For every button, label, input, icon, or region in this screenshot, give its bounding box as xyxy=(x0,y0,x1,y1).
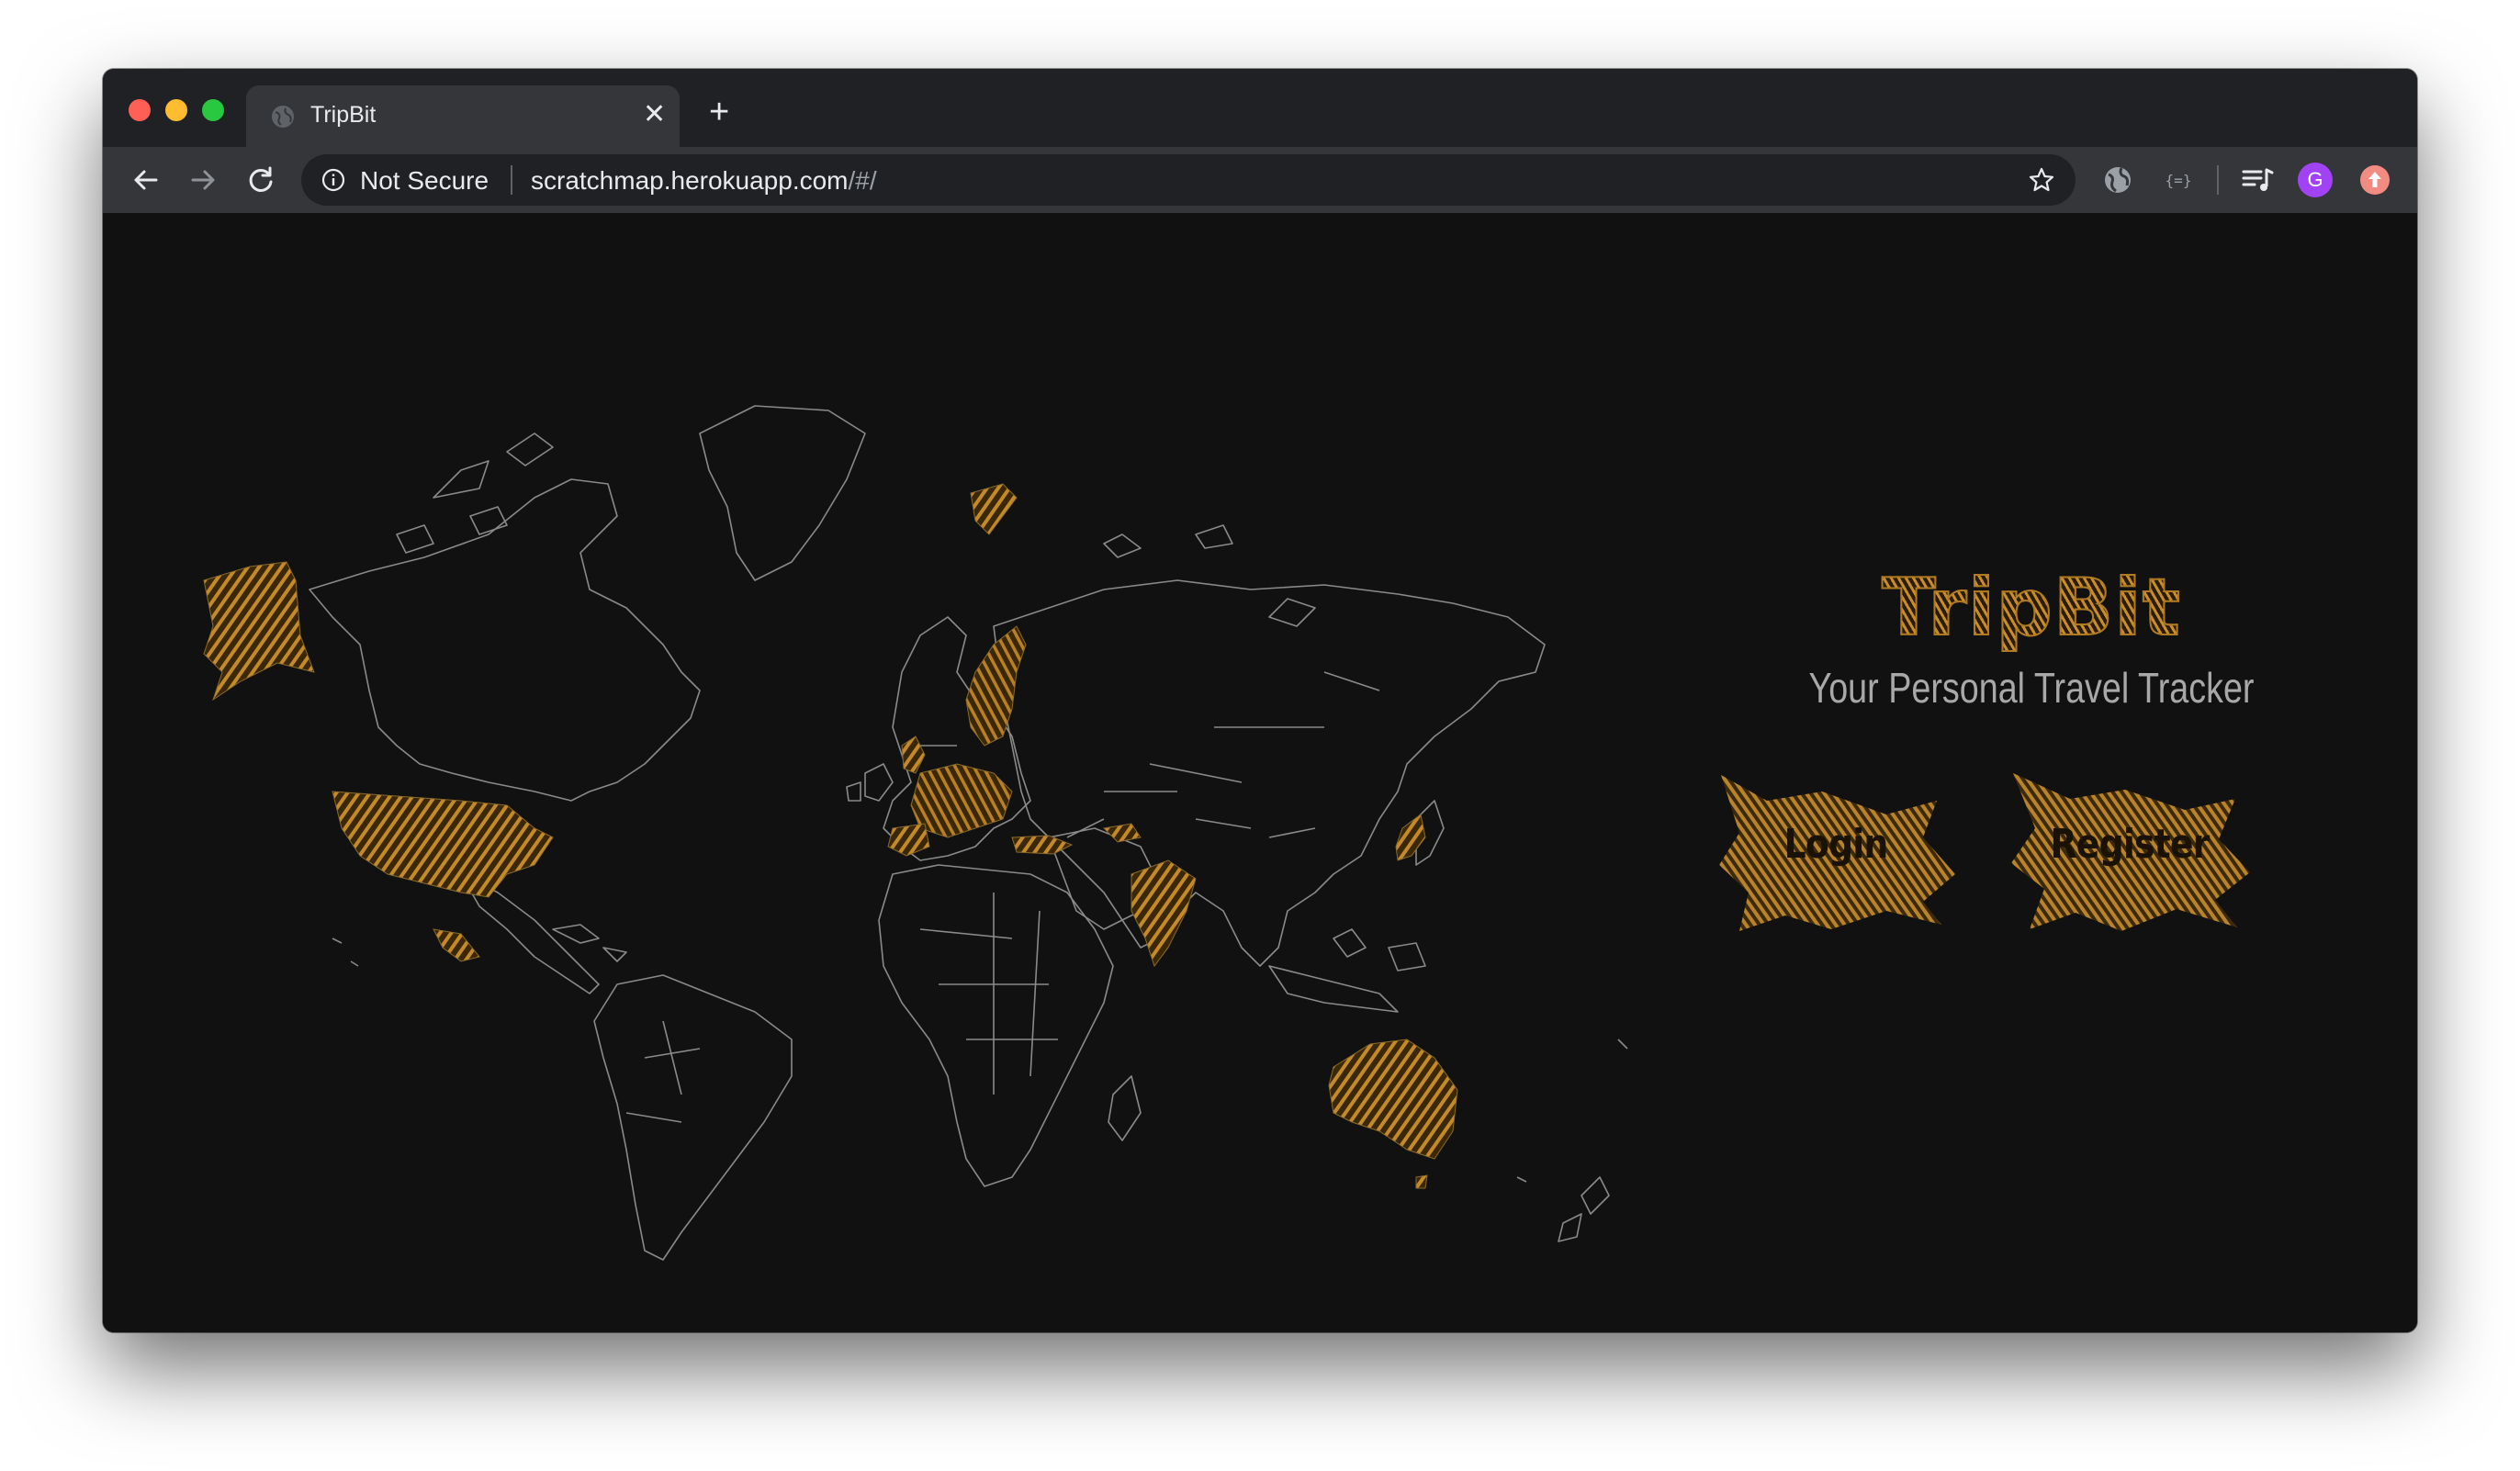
url-separator xyxy=(511,165,512,195)
browser-toolbar: Not Secure scratchmap.herokuapp.com/#/ {… xyxy=(103,147,2417,213)
visited-usa[interactable] xyxy=(332,791,554,898)
login-button[interactable]: Login xyxy=(1712,764,1960,938)
tab-title: TripBit xyxy=(310,102,377,128)
register-label: Register xyxy=(2050,821,2211,868)
visited-spain[interactable] xyxy=(887,823,930,857)
extension-globe-icon[interactable] xyxy=(2101,163,2134,197)
title-bar: TripBit ✕ + xyxy=(103,69,2417,147)
globe-icon xyxy=(272,106,294,128)
url-host: scratchmap.herokuapp.com xyxy=(531,166,849,195)
world-map[interactable] xyxy=(186,397,1646,1269)
app-tagline: Your Personal Travel Tracker xyxy=(1808,664,2255,712)
minimize-window-button[interactable] xyxy=(165,99,187,121)
visited-japan[interactable] xyxy=(1395,814,1426,861)
visited-svalbard[interactable] xyxy=(970,483,1018,535)
bookmark-star-icon[interactable] xyxy=(2028,166,2055,194)
profile-avatar[interactable]: G xyxy=(2298,163,2333,197)
visited-india[interactable] xyxy=(1131,859,1197,968)
visited-uk[interactable] xyxy=(901,736,926,774)
browser-tab[interactable]: TripBit ✕ xyxy=(246,85,680,147)
url-text[interactable]: scratchmap.herokuapp.com/#/ xyxy=(531,166,877,196)
back-arrow-icon[interactable] xyxy=(129,163,162,197)
svg-text:{=}: {=} xyxy=(2166,172,2192,189)
reload-icon[interactable] xyxy=(244,163,277,197)
visited-tasmania[interactable] xyxy=(1415,1174,1428,1189)
info-icon[interactable] xyxy=(321,168,345,192)
page-content: TripBit Your Personal Travel Tracker Log… xyxy=(103,213,2417,1332)
update-available-icon[interactable] xyxy=(2358,163,2391,197)
toolbar-divider xyxy=(2217,165,2219,195)
browser-window: TripBit ✕ + Not Secure scratchmap.heroku… xyxy=(103,69,2417,1332)
close-window-button[interactable] xyxy=(129,99,151,121)
visited-countries xyxy=(203,483,1458,1189)
visited-scandinavia[interactable] xyxy=(965,625,1027,747)
new-tab-icon[interactable]: + xyxy=(709,95,729,129)
maximize-window-button[interactable] xyxy=(202,99,224,121)
visited-australia[interactable] xyxy=(1328,1039,1458,1160)
visited-middle-east[interactable] xyxy=(1102,823,1142,843)
address-bar[interactable]: Not Secure scratchmap.herokuapp.com/#/ xyxy=(301,154,2076,206)
tab-close-icon[interactable]: ✕ xyxy=(643,100,666,129)
login-label: Login xyxy=(1783,821,1889,868)
security-label[interactable]: Not Secure xyxy=(360,166,489,196)
media-queue-icon[interactable] xyxy=(2239,163,2276,197)
forward-arrow-icon[interactable] xyxy=(187,163,220,197)
visited-alaska[interactable] xyxy=(203,561,315,702)
json-viewer-icon[interactable]: {=} xyxy=(2160,163,2197,197)
visited-mexico[interactable] xyxy=(433,928,480,962)
app-logo: TripBit xyxy=(1829,561,2233,655)
register-button[interactable]: Register xyxy=(2006,764,2254,938)
url-path: /#/ xyxy=(848,166,877,195)
